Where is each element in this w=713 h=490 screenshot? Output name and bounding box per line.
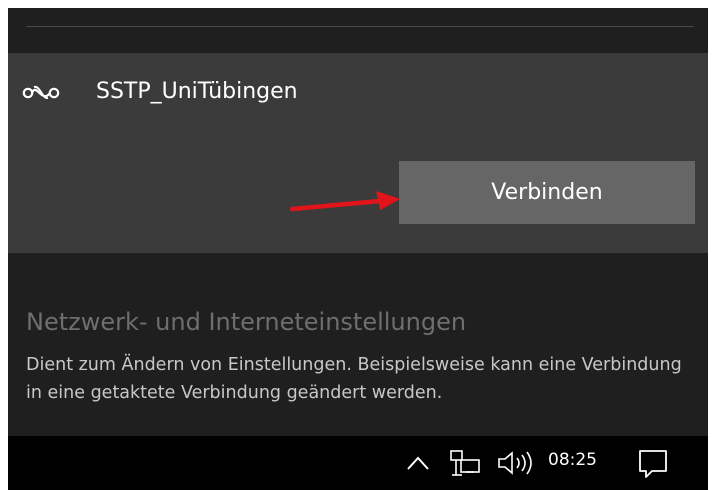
vpn-connection-item[interactable]: SSTP_UniTübingen Verbinden bbox=[8, 53, 708, 253]
screenshot-frame: SSTP_UniTübingen Verbinden Netzwerk- und… bbox=[0, 0, 713, 490]
network-list-top bbox=[8, 8, 708, 53]
chevron-up-icon[interactable] bbox=[403, 450, 433, 476]
network-flyout: SSTP_UniTübingen Verbinden Netzwerk- und… bbox=[8, 8, 708, 490]
taskbar-clock[interactable]: 08:25 bbox=[548, 450, 597, 470]
volume-icon[interactable] bbox=[495, 448, 541, 478]
network-settings-description: Dient zum Ändern von Einstellungen. Beis… bbox=[26, 355, 682, 403]
connect-button[interactable]: Verbinden bbox=[399, 161, 695, 224]
action-center-icon[interactable] bbox=[636, 447, 670, 481]
network-settings-section: Netzwerk- und Interneteinstellungen Dien… bbox=[8, 253, 708, 436]
divider bbox=[26, 26, 694, 27]
annotation-arrow-icon bbox=[289, 191, 400, 212]
network-icon[interactable] bbox=[448, 448, 482, 478]
vpn-link-icon bbox=[22, 85, 60, 99]
network-settings-link[interactable]: Netzwerk- und Interneteinstellungen bbox=[26, 308, 466, 336]
taskbar: 08:25 bbox=[8, 436, 708, 490]
vpn-connection-name: SSTP_UniTübingen bbox=[96, 79, 298, 104]
